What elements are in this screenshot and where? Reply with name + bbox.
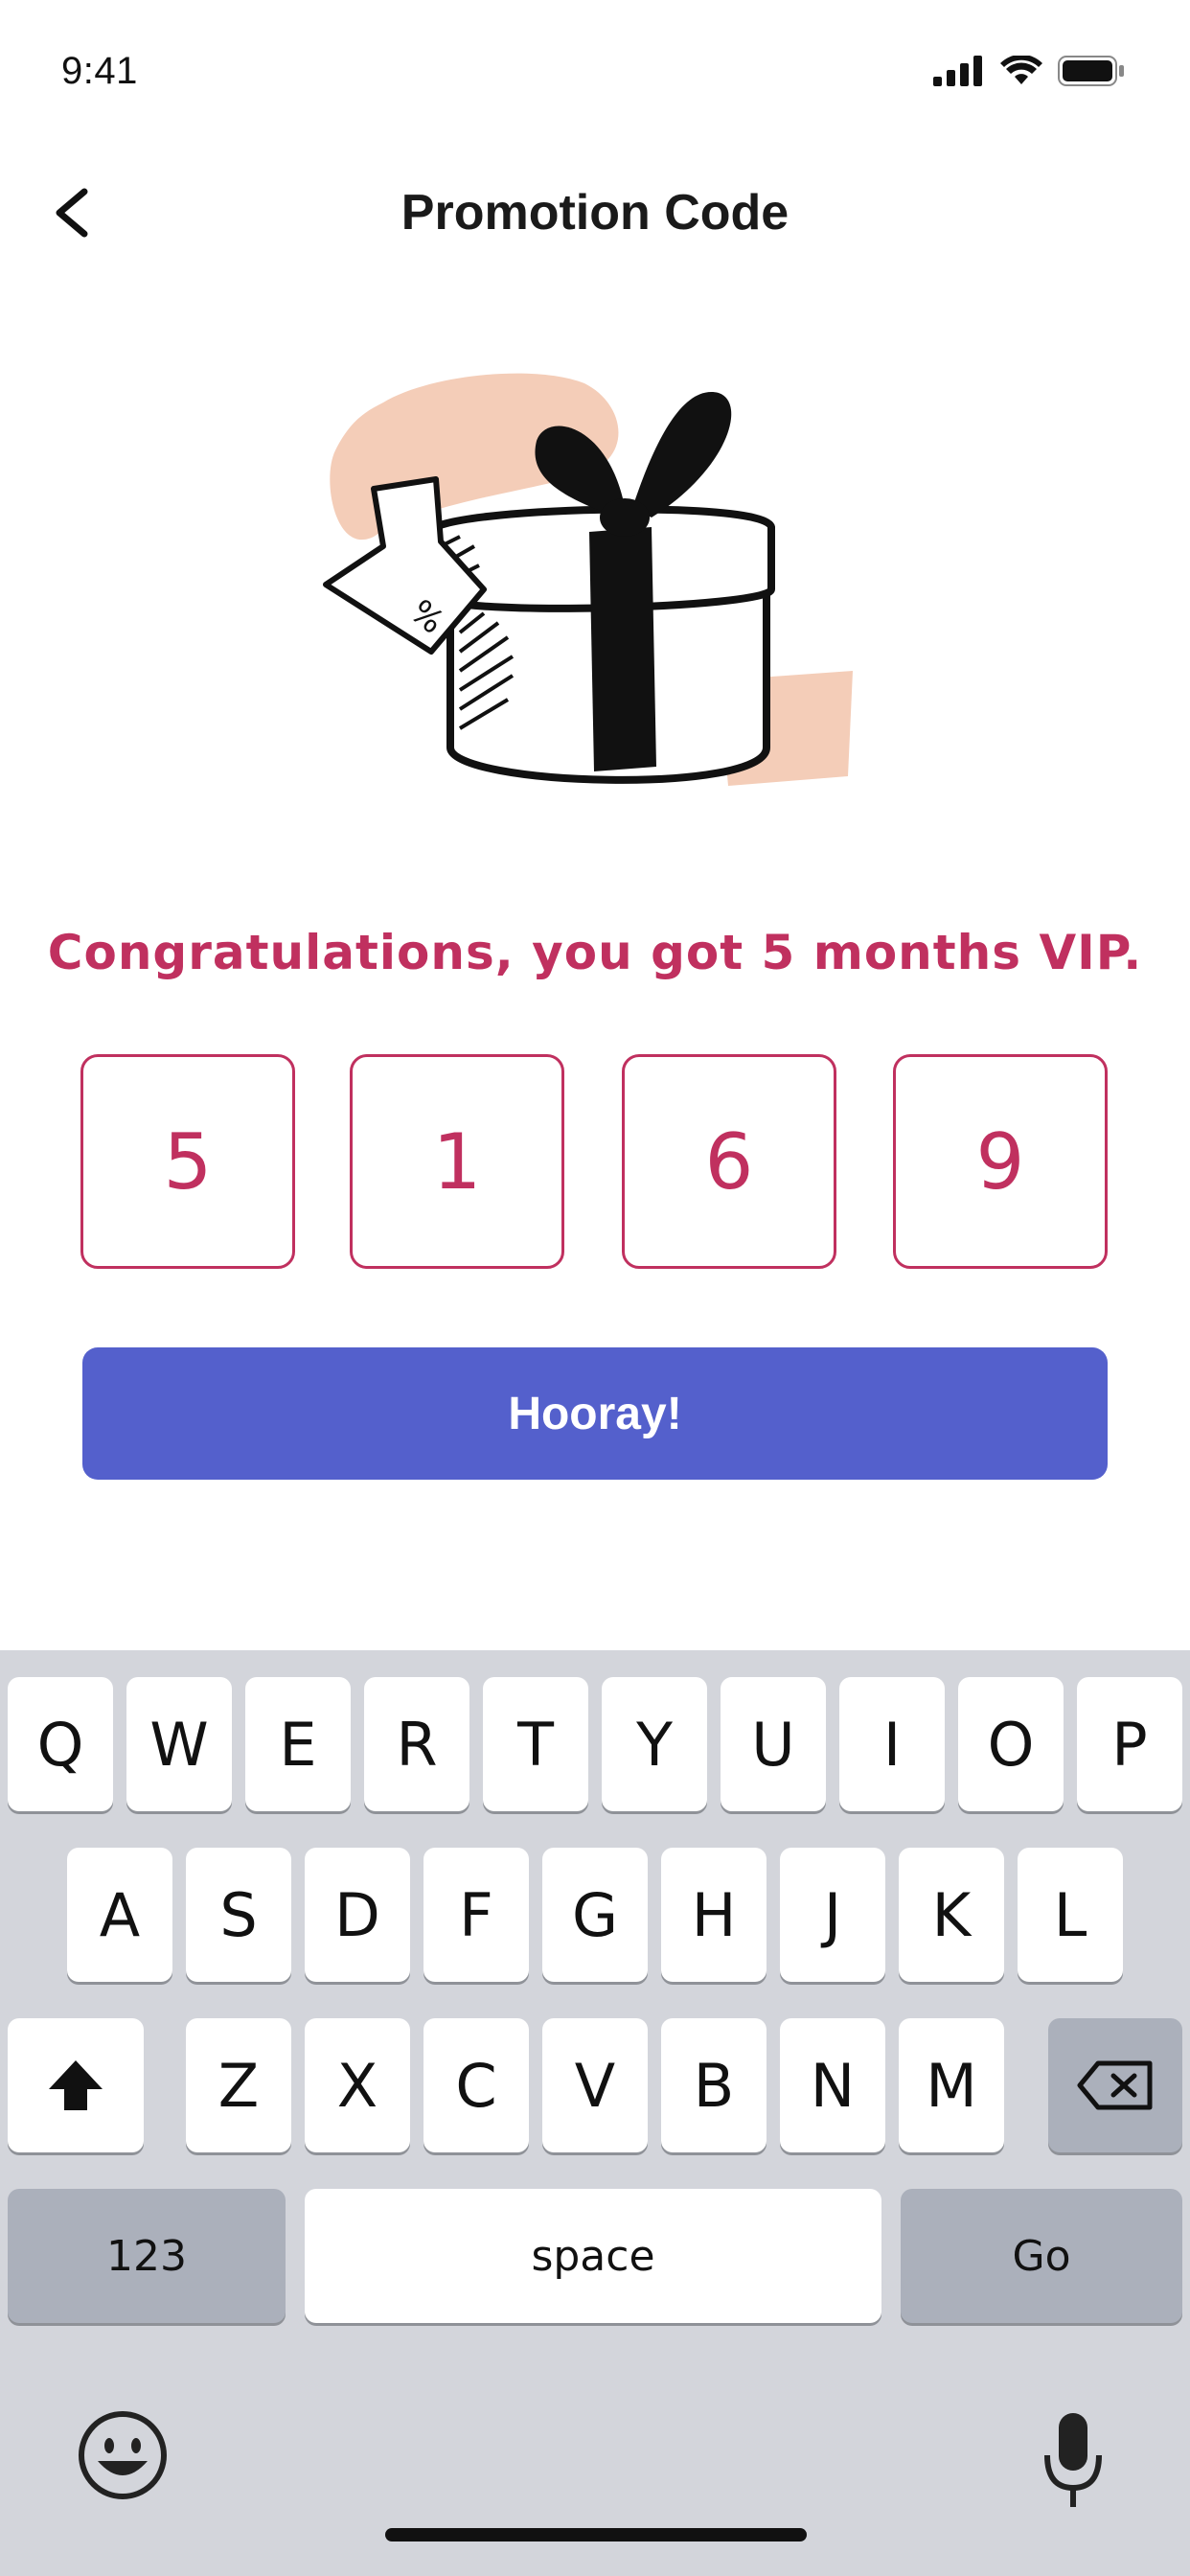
key-e[interactable]: E	[245, 1677, 351, 1811]
key-z[interactable]: Z	[186, 2018, 291, 2152]
battery-icon	[1058, 56, 1124, 86]
wifi-icon	[1000, 56, 1042, 84]
key-t[interactable]: T	[483, 1677, 588, 1811]
backspace-key[interactable]	[1048, 2018, 1182, 2152]
key-w[interactable]: W	[126, 1677, 232, 1811]
key-a[interactable]: A	[67, 1848, 172, 1982]
code-digit-2[interactable]: 1	[350, 1054, 564, 1269]
status-bar: 9:41	[0, 0, 1190, 144]
key-s[interactable]: S	[186, 1848, 291, 1982]
gift-illustration: %	[316, 364, 872, 824]
signal-icon	[933, 56, 982, 86]
key-m[interactable]: M	[899, 2018, 1004, 2152]
backspace-icon	[1077, 2060, 1153, 2110]
microphone-button[interactable]	[1040, 2407, 1107, 2513]
key-b[interactable]: B	[661, 2018, 767, 2152]
keyboard: Q W E R T Y U I O P A S D F G H J K L Z …	[0, 1650, 1190, 2576]
key-f[interactable]: F	[423, 1848, 529, 1982]
emoji-icon	[79, 2411, 167, 2499]
key-u[interactable]: U	[721, 1677, 826, 1811]
space-key[interactable]: space	[305, 2189, 881, 2323]
key-d[interactable]: D	[305, 1848, 410, 1982]
key-v[interactable]: V	[542, 2018, 648, 2152]
key-y[interactable]: Y	[602, 1677, 707, 1811]
key-x[interactable]: X	[305, 2018, 410, 2152]
status-icons	[933, 56, 1125, 86]
key-c[interactable]: C	[423, 2018, 529, 2152]
key-h[interactable]: H	[661, 1848, 767, 1982]
key-g[interactable]: G	[542, 1848, 648, 1982]
code-digit-3[interactable]: 6	[622, 1054, 836, 1269]
key-j[interactable]: J	[780, 1848, 885, 1982]
status-time: 9:41	[61, 50, 138, 92]
code-digit-1[interactable]: 5	[80, 1054, 295, 1269]
key-k[interactable]: K	[899, 1848, 1004, 1982]
key-q[interactable]: Q	[8, 1677, 113, 1811]
congratulations-message: Congratulations, you got 5 months VIP.	[47, 925, 1143, 980]
microphone-icon	[1044, 2413, 1102, 2507]
key-p[interactable]: P	[1077, 1677, 1182, 1811]
numbers-key[interactable]: 123	[8, 2189, 286, 2323]
go-key[interactable]: Go	[901, 2189, 1182, 2323]
emoji-button[interactable]	[75, 2407, 171, 2503]
home-indicator[interactable]	[385, 2528, 807, 2542]
shift-key[interactable]	[8, 2018, 144, 2152]
key-o[interactable]: O	[958, 1677, 1064, 1811]
page-title: Promotion Code	[400, 185, 790, 241]
hooray-button[interactable]: Hooray!	[82, 1347, 1108, 1480]
key-n[interactable]: N	[780, 2018, 885, 2152]
promo-code-input[interactable]: 5 1 6 9	[80, 1054, 1110, 1271]
shift-icon	[49, 2060, 103, 2110]
key-l[interactable]: L	[1018, 1848, 1123, 1982]
nav-bar: Promotion Code	[0, 153, 1190, 278]
code-digit-4[interactable]: 9	[893, 1054, 1108, 1269]
key-i[interactable]: I	[839, 1677, 945, 1811]
key-r[interactable]: R	[364, 1677, 469, 1811]
